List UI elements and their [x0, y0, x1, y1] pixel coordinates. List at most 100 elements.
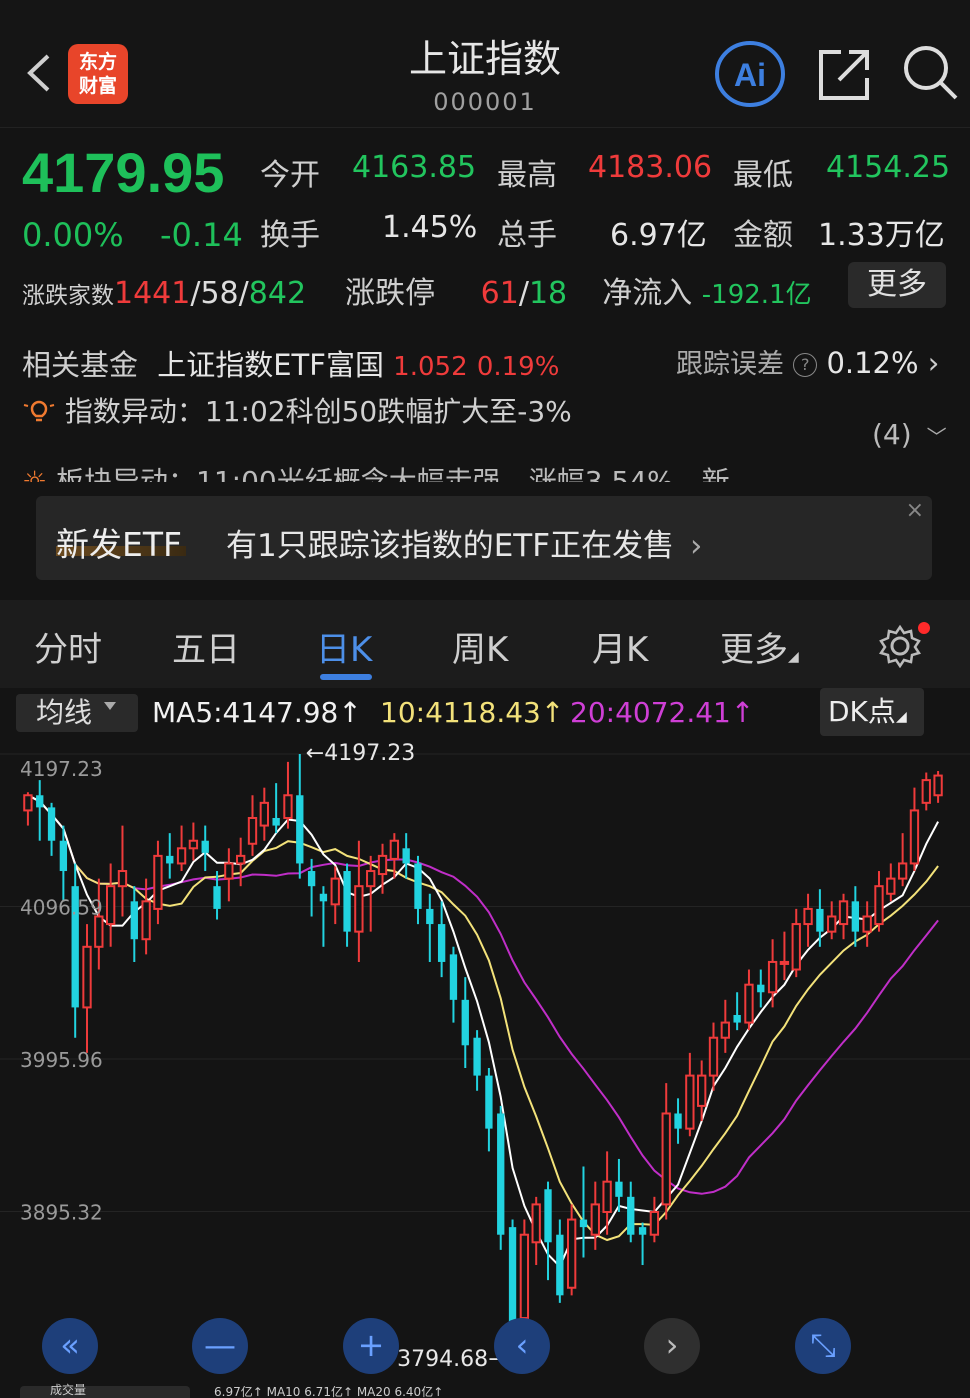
- notification-dot: [918, 622, 930, 634]
- candle-up: [933, 774, 943, 797]
- candle-down: [544, 1189, 552, 1243]
- zoom-in-icon: +: [357, 1326, 385, 1364]
- candle-down: [556, 1234, 564, 1296]
- search-button[interactable]: [900, 42, 960, 102]
- ma5-line: [27, 794, 939, 1269]
- volume-label-tab[interactable]: 成交量: [20, 1384, 190, 1398]
- bulb-icon: [23, 400, 55, 422]
- new-etf-tag: 新发ETF: [56, 525, 182, 564]
- low-value: 4154.25: [826, 150, 951, 185]
- scroll-left-button[interactable]: ‹: [494, 1318, 550, 1374]
- ma-select[interactable]: 均线: [16, 694, 138, 732]
- candle-up: [283, 794, 293, 819]
- candle-up: [176, 847, 187, 865]
- ma20-line: [27, 794, 939, 1195]
- alert-item-2[interactable]: ☼ 板块异动：11:00光纤概念大幅走强，涨幅3.54%，新: [22, 460, 730, 482]
- new-etf-banner[interactable]: 新发ETF 有1只跟踪该指数的ETF正在发售 › ×: [36, 496, 932, 580]
- ma10-value: 10:4118.43↑: [380, 696, 565, 729]
- inflow-value: -192.1亿: [701, 280, 812, 310]
- candlestick-chart[interactable]: 4197.23 4096.59 3995.96 3895.32 ←4197.23 37…: [0, 738, 970, 1378]
- low-label: 最低: [733, 158, 793, 193]
- candle-down: [579, 1219, 588, 1228]
- back-icon: [27, 54, 50, 92]
- candle-down: [402, 848, 410, 864]
- scroll-right-button[interactable]: ›: [644, 1318, 700, 1374]
- y-tick-label: 4096.59: [20, 896, 103, 920]
- help-icon[interactable]: ?: [793, 353, 818, 377]
- candle-up: [649, 1210, 660, 1236]
- candle-down: [461, 999, 469, 1046]
- alert-item[interactable]: 指数异动：11:02科创50跌幅扩大至-3%: [22, 390, 572, 430]
- zoom-out-button[interactable]: —: [192, 1318, 248, 1374]
- candle-up: [188, 839, 199, 850]
- fullscreen-button[interactable]: ⤡: [795, 1318, 851, 1374]
- candle-down: [36, 795, 44, 808]
- chart-grid: [0, 753, 970, 1212]
- candle-down: [757, 984, 765, 993]
- candle-up: [886, 877, 896, 895]
- tab-daily-k[interactable]: 日K: [316, 622, 372, 671]
- share-button[interactable]: [815, 44, 875, 104]
- moving-average-lines: [27, 794, 939, 1269]
- candle-up: [105, 885, 116, 926]
- chevron-right-icon: ›: [927, 346, 940, 380]
- candle-up: [531, 1203, 541, 1244]
- share-icon: [819, 50, 869, 100]
- ma5-value: MA5:4147.98↑: [152, 696, 362, 729]
- candle-up: [779, 960, 790, 965]
- volume-label: 总手: [497, 218, 557, 253]
- dk-button[interactable]: DK点◢: [820, 688, 924, 736]
- chart-tabs: 分时 五日 日K 周K 月K 更多◢: [0, 600, 970, 688]
- open-label: 今开: [260, 158, 320, 193]
- fund-name: 上证指数ETF富国: [157, 348, 384, 382]
- limit-down: 18: [528, 276, 568, 311]
- double-left-icon: «: [60, 1326, 80, 1364]
- tab-weekly-k[interactable]: 周K: [452, 622, 508, 671]
- tab-monthly-k[interactable]: 月K: [592, 622, 648, 671]
- alert-count-text: (4): [872, 418, 912, 451]
- alert-count[interactable]: (4) ﹀: [872, 418, 947, 451]
- y-tick-label: 3895.32: [20, 1200, 103, 1224]
- candle-down: [733, 1014, 741, 1023]
- candle-up: [259, 801, 269, 827]
- chevron-right-icon: ›: [689, 528, 703, 564]
- amount-label: 金额: [733, 218, 793, 253]
- candle-up: [94, 915, 104, 948]
- page-title: 上证指数: [408, 37, 561, 81]
- fund-label: 相关基金: [22, 348, 139, 382]
- new-etf-text: 有1只跟踪该指数的ETF正在发售 ›: [226, 520, 702, 565]
- limit-up: 61: [480, 276, 519, 311]
- corner-arrow-icon: ◢: [895, 709, 907, 725]
- candle-down: [166, 855, 174, 864]
- last-price: 4179.95: [22, 141, 225, 204]
- bulb-icon: ☼: [22, 465, 48, 482]
- tab-more[interactable]: 更多◢: [720, 622, 799, 671]
- max-price-label: ←4197.23: [306, 741, 415, 766]
- candle-down: [319, 893, 328, 902]
- related-fund-row[interactable]: 相关基金 上证指数ETF富国 1.052 0.19%: [22, 342, 559, 384]
- top-bar: 东方财富 上证指数 000001 Ai: [0, 0, 970, 128]
- candle-down: [130, 901, 138, 940]
- indicator-row: 均线 MA5:4147.98↑ 10:4118.43↑ 20:4072.41↑ …: [0, 688, 970, 738]
- tab-intraday[interactable]: 分时: [34, 622, 102, 671]
- tracking-error[interactable]: 跟踪误差 ? 0.12% ›: [676, 342, 939, 381]
- back-button[interactable]: [22, 48, 66, 98]
- candle-up: [377, 854, 388, 876]
- y-tick-label: 4197.23: [20, 757, 103, 781]
- settings-button[interactable]: [878, 624, 922, 669]
- candle-up: [744, 983, 754, 1024]
- candle-down: [615, 1181, 623, 1197]
- candle-up: [23, 794, 33, 812]
- scroll-start-button[interactable]: «: [42, 1318, 98, 1374]
- ai-button[interactable]: Ai: [714, 40, 786, 108]
- candle-down: [485, 1075, 493, 1129]
- more-button[interactable]: 更多: [848, 262, 946, 308]
- open-value: 4163.85: [352, 150, 477, 185]
- tab-five-day[interactable]: 五日: [172, 622, 240, 671]
- candle-down: [627, 1196, 635, 1235]
- candle-down: [47, 807, 56, 841]
- dropdown-arrow-icon: [104, 702, 116, 710]
- zoom-in-button[interactable]: +: [343, 1318, 399, 1374]
- candle-up: [803, 907, 813, 926]
- close-icon[interactable]: ×: [906, 498, 924, 523]
